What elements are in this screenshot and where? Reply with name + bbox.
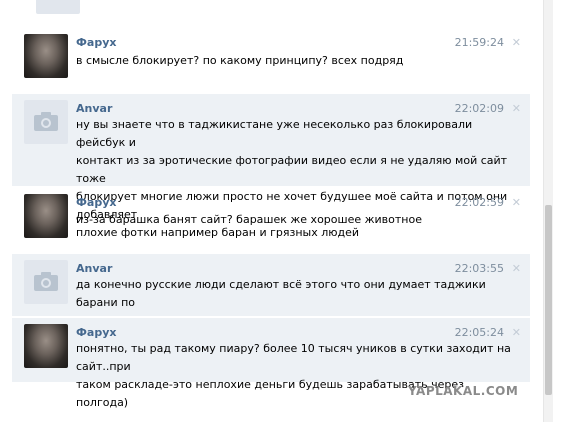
avatar — [36, 0, 80, 14]
camera-icon — [34, 272, 58, 291]
message-time: 21:59:24 — [454, 36, 504, 49]
scrollbar[interactable] — [543, 0, 553, 422]
message-time: 22:02:59 — [454, 196, 504, 209]
message-item: Фарух 22:02:59 ✕ из-за барашка банят сай… — [12, 190, 530, 246]
message-time: 22:02:09 — [454, 102, 504, 115]
message-item: Фарух 22:05:24 ✕ понятно, ты рад такому … — [12, 318, 530, 409]
avatar[interactable] — [24, 194, 68, 238]
scrollbar-thumb[interactable] — [545, 205, 552, 395]
message-line: в смысле блокирует? по какому принципу? … — [76, 54, 404, 67]
message-time: 22:03:55 — [454, 262, 504, 275]
close-icon[interactable]: ✕ — [512, 196, 521, 209]
close-icon[interactable]: ✕ — [512, 102, 521, 115]
message-line: из-за барашка банят сайт? барашек же хор… — [76, 213, 422, 226]
message-time: 22:05:24 — [454, 326, 504, 339]
avatar[interactable] — [24, 100, 68, 144]
watermark: YAPLAKAL.COM — [408, 384, 519, 398]
author-name[interactable]: Anvar — [76, 262, 112, 275]
avatar[interactable] — [24, 260, 68, 304]
author-name[interactable]: Фарух — [76, 196, 116, 209]
message-text: из-за барашка банят сайт? барашек же хор… — [76, 211, 516, 229]
message-item: Anvar 22:02:09 ✕ ну вы знаете что в тадж… — [12, 94, 530, 239]
message-line: да конечно русские люди сделают всё этог… — [76, 278, 486, 309]
message-text: в смысле блокирует? по какому принципу? … — [76, 52, 516, 70]
close-icon[interactable]: ✕ — [512, 36, 521, 49]
close-icon[interactable]: ✕ — [512, 326, 521, 339]
message-line: контакт из за эротические фотографии вид… — [76, 154, 508, 185]
message-item: Фарух 21:59:24 ✕ в смысле блокирует? по … — [12, 32, 530, 86]
chat-history: Фарух 21:59:24 ✕ в смысле блокирует? по … — [12, 0, 530, 422]
message-text: понятно, ты рад такому пиару? более 10 т… — [76, 340, 516, 412]
author-name[interactable]: Anvar — [76, 102, 112, 115]
author-name[interactable]: Фарух — [76, 326, 116, 339]
author-name[interactable]: Фарух — [76, 36, 116, 49]
close-icon[interactable]: ✕ — [512, 262, 521, 275]
avatar[interactable] — [24, 34, 68, 78]
message-item: Anvar 22:03:55 ✕ да конечно русские люди… — [12, 254, 530, 327]
camera-icon — [34, 112, 58, 131]
avatar[interactable] — [24, 324, 68, 368]
message-line: ну вы знаете что в таджикистане уже несе… — [76, 118, 473, 149]
message-line: понятно, ты рад такому пиару? более 10 т… — [76, 342, 511, 373]
